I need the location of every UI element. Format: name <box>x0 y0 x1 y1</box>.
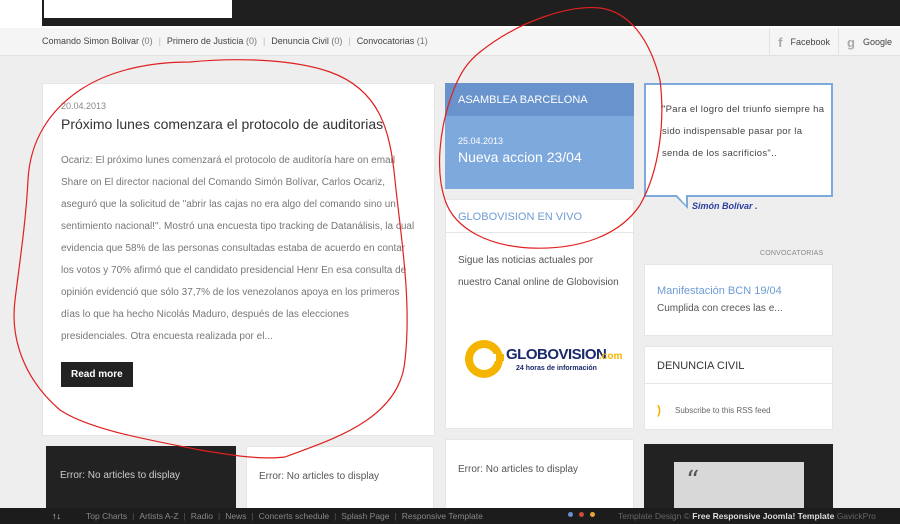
footer-credit: Template Design © Free Responsive Joomla… <box>618 511 876 521</box>
globovision-heading: GLOBOVISION EN VIVO <box>446 200 633 233</box>
asamblea-title[interactable]: Nueva accion 23/04 <box>458 149 634 165</box>
quote-author: Simón Bolívar . <box>692 201 758 211</box>
quote-tail-inner <box>676 194 686 205</box>
error-card-dark: Error: No articles to display <box>46 446 236 514</box>
style-dot-red[interactable] <box>579 512 584 517</box>
credit-link[interactable]: Free Responsive Joomla! Template <box>692 511 834 521</box>
footer-separator: | <box>334 511 337 521</box>
globovision-logo-tagline: 24 horas de información <box>516 365 597 372</box>
style-dot-orange[interactable] <box>590 512 595 517</box>
asamblea-module: ASAMBLEA BARCELONA 25.04.2013 Nueva acci… <box>445 83 634 189</box>
scroll-top-icon[interactable]: ↑↓ <box>52 511 61 521</box>
category-link-denuncia[interactable]: Denuncia Civil (0) <box>271 36 342 46</box>
convocatorias-label: CONVOCATORIAS <box>760 250 824 257</box>
quote-mark-icon: “ <box>686 466 700 496</box>
footer-link-splash[interactable]: Splash Page <box>341 511 389 521</box>
footer-link-news[interactable]: News <box>225 511 246 521</box>
top-bar <box>0 0 900 28</box>
footer-separator: | <box>251 511 254 521</box>
facebook-icon: f <box>778 34 783 50</box>
asamblea-date: 25.04.2013 <box>458 136 504 146</box>
footer-link-concerts[interactable]: Concerts schedule <box>259 511 329 521</box>
social-links: f Facebook g Google <box>769 28 900 56</box>
nav-separator: | <box>348 36 351 46</box>
credit-suffix: GavickPro <box>834 511 876 521</box>
convocatorias-title[interactable]: Manifestación BCN 19/04 <box>657 285 832 297</box>
footer-links: Top Charts | Artists A-Z | Radio | News | Co… <box>86 511 483 521</box>
nav-separator: | <box>262 36 266 46</box>
dark-quote-module: “ <box>644 444 833 522</box>
footer-link-artists[interactable]: Artists A-Z <box>139 511 178 521</box>
globovision-module: GLOBOVISION EN VIVO Sigue las noticias a… <box>445 199 634 429</box>
footer-link-radio[interactable]: Radio <box>191 511 213 521</box>
globovision-logo-text: GLOBOVISION <box>506 346 606 363</box>
globovision-logo-suffix: .com <box>599 351 622 362</box>
nav-separator: | <box>158 36 161 46</box>
style-dot-blue[interactable] <box>568 512 573 517</box>
convocatorias-module: Manifestación BCN 19/04 Cumplida con cre… <box>644 264 833 336</box>
style-switcher <box>568 512 601 517</box>
error-card-white: Error: No articles to display <box>246 446 434 514</box>
rss-subscribe-link[interactable]: ) Subscribe to this RSS feed <box>657 403 771 417</box>
main-article: 20.04.2013 Próximo lunes comenzara el pr… <box>42 83 435 436</box>
globovision-logo[interactable]: GLOBOVISION .com 24 horas de información <box>462 334 622 384</box>
article-title[interactable]: Próximo lunes comenzara el protocolo de … <box>61 116 416 132</box>
footer: ↑↓ Top Charts | Artists A-Z | Radio | News |… <box>0 508 900 524</box>
quote-box: "Para el logro del triunfo siempre ha si… <box>644 83 833 197</box>
category-link-convocatorias[interactable]: Convocatorias (1) <box>357 36 428 46</box>
footer-link-top-charts[interactable]: Top Charts <box>86 511 127 521</box>
category-link-comando[interactable]: Comando Simon Bolivar (0) <box>42 36 153 46</box>
footer-separator: | <box>394 511 397 521</box>
category-nav: Comando Simon Bolivar (0) | Primero de J… <box>0 28 900 56</box>
credit-prefix: Template Design © <box>618 511 693 521</box>
facebook-label: Facebook <box>790 37 831 47</box>
denuncia-heading: DENUNCIA CIVIL <box>645 347 832 384</box>
footer-separator: | <box>217 511 221 521</box>
middle-error-card: Error: No articles to display <box>445 439 634 509</box>
article-date: 20.04.2013 <box>61 101 107 111</box>
rss-icon: ) <box>657 403 661 417</box>
article-body: Ocariz: El próximo lunes comenzará el pr… <box>61 155 415 342</box>
category-link-primero[interactable]: Primero de Justicia (0) <box>167 36 257 46</box>
asamblea-heading: ASAMBLEA BARCELONA <box>445 83 634 116</box>
category-links: Comando Simon Bolivar (0) | Primero de J… <box>42 36 428 46</box>
read-more-button[interactable]: Read more <box>61 362 133 387</box>
convocatorias-summary: Cumplida con creces las e... <box>657 303 783 314</box>
google-icon: g <box>847 34 855 50</box>
footer-separator: | <box>132 511 135 521</box>
facebook-link[interactable]: f Facebook <box>769 28 838 56</box>
google-link[interactable]: g Google <box>838 28 900 56</box>
site-logo-area[interactable] <box>42 0 234 20</box>
denuncia-module: DENUNCIA CIVIL ) Subscribe to this RSS f… <box>644 346 833 430</box>
footer-link-responsive[interactable]: Responsive Template <box>402 511 483 521</box>
footer-separator: | <box>183 511 186 521</box>
rss-label: Subscribe to this RSS feed <box>675 405 771 415</box>
google-label: Google <box>862 37 892 47</box>
globovision-text: Sigue las noticias actuales por nuestro … <box>458 255 619 288</box>
